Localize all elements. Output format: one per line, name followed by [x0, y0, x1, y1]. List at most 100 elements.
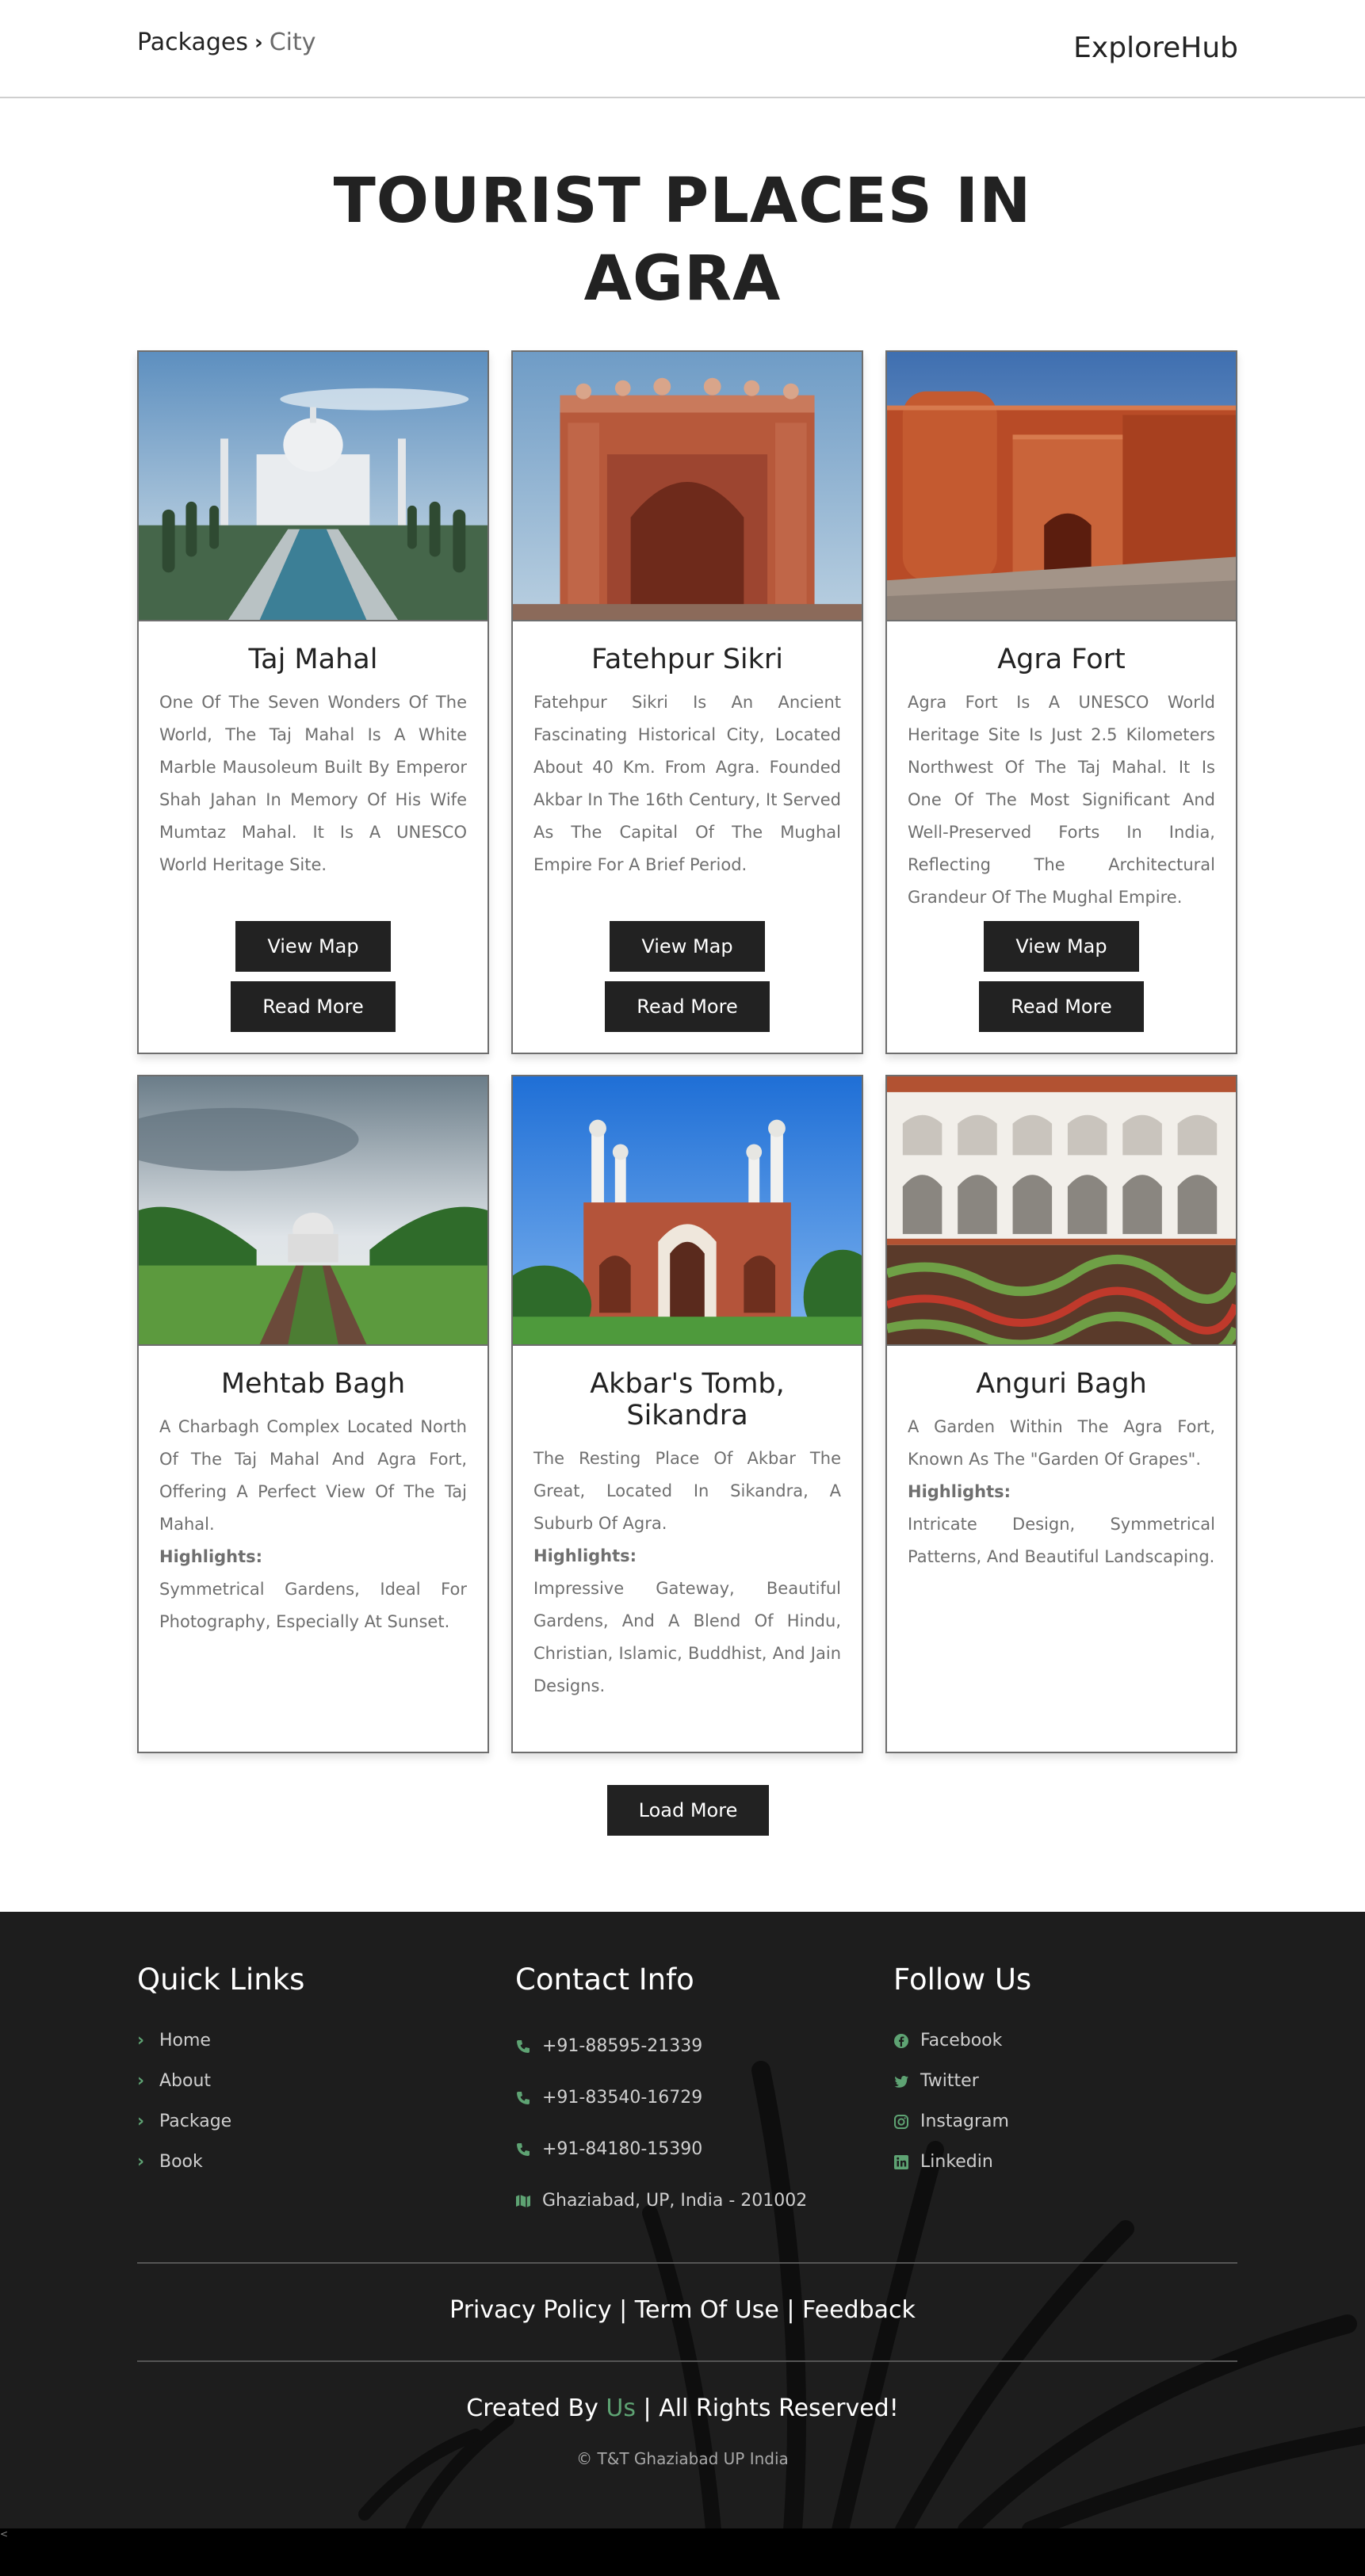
credit-us-link[interactable]: Us: [606, 2394, 636, 2422]
credits: Created By Us | All Rights Reserved!: [0, 2394, 1365, 2422]
chevron-right-icon: ›: [137, 2071, 145, 2091]
footer-link-label: Home: [159, 2031, 211, 2050]
twitter-icon: [894, 2075, 908, 2088]
footer-link-home[interactable]: › Home: [137, 2020, 304, 2061]
highlights-label: Highlights:: [908, 1482, 1011, 1501]
social-link-linkedin[interactable]: Linkedin: [893, 2142, 1031, 2182]
contact-phone[interactable]: +91-88595-21339: [515, 2020, 807, 2072]
link-separator: |: [786, 2296, 795, 2324]
breadcrumb-separator: ›: [254, 30, 263, 55]
chevron-right-icon: ›: [137, 2152, 145, 2172]
social-label: Instagram: [920, 2112, 1009, 2131]
top-navbar: Packages › City ExploreHub: [0, 0, 1365, 98]
place-name: Fatehpur Sikri: [591, 644, 784, 675]
facebook-icon: [894, 2033, 908, 2048]
place-image: [139, 1076, 488, 1346]
privacy-policy-link[interactable]: Privacy Policy: [449, 2296, 611, 2324]
social-label: Linkedin: [920, 2152, 993, 2172]
footer-link-book[interactable]: › Book: [137, 2142, 304, 2182]
contact-phone[interactable]: +91-83540-16729: [515, 2072, 807, 2123]
place-image: [139, 352, 488, 621]
footer-divider: [137, 2360, 1237, 2362]
breadcrumb: Packages › City: [137, 29, 316, 56]
footer-link-label: About: [159, 2071, 212, 2091]
footer-link-label: Package: [159, 2112, 232, 2131]
contact-address: Ghaziabad, UP, India - 201002: [515, 2175, 807, 2226]
place-card: Akbar's Tomb, Sikandra The Resting Place…: [511, 1075, 863, 1753]
address-text: Ghaziabad, UP, India - 201002: [542, 2191, 808, 2211]
place-description: One Of The Seven Wonders Of The World, T…: [159, 693, 467, 874]
instagram-icon: [894, 2114, 908, 2129]
view-map-button[interactable]: View Map: [235, 921, 391, 972]
page-title-line-2: AGRA: [583, 243, 782, 315]
place-card: Taj Mahal One Of The Seven Wonders Of Th…: [137, 350, 489, 1054]
footer-link-about[interactable]: › About: [137, 2061, 304, 2101]
copyright: © T&T Ghaziabad UP India: [576, 2449, 789, 2468]
highlights-label: Highlights:: [159, 1547, 263, 1566]
place-description: Fatehpur Sikri Is An Ancient Fascinating…: [533, 693, 841, 874]
follow-us-heading: Follow Us: [893, 1963, 1032, 1997]
read-more-button[interactable]: Read More: [979, 981, 1144, 1032]
page-title-line-1: TOURIST PLACES IN: [333, 166, 1032, 237]
quick-links-heading: Quick Links: [137, 1963, 305, 1997]
highlights-text: Symmetrical Gardens, Ideal For Photograp…: [159, 1580, 467, 1631]
place-description: Agra Fort Is A UNESCO World Heritage Sit…: [908, 693, 1215, 907]
link-separator: |: [619, 2296, 628, 2324]
place-description: A Charbagh Complex Located North Of The …: [159, 1417, 467, 1534]
place-description: The Resting Place Of Akbar The Great, Lo…: [533, 1449, 841, 1533]
place-card: Agra Fort Agra Fort Is A UNESCO World He…: [885, 350, 1237, 1054]
footer-link-package[interactable]: › Package: [137, 2101, 304, 2142]
quick-links-section: Quick Links › Home › About › Package › Book: [137, 1963, 304, 2182]
place-image: [887, 1076, 1236, 1346]
social-link-instagram[interactable]: Instagram: [893, 2101, 1031, 2142]
legal-links: Privacy Policy | Term Of Use | Feedback: [0, 2296, 1365, 2324]
linkedin-icon: [894, 2154, 908, 2169]
map-icon: [516, 2194, 530, 2207]
phone-icon: [517, 2142, 530, 2156]
highlights-label: Highlights:: [533, 1546, 637, 1565]
place-name: Mehtab Bagh: [220, 1368, 406, 1400]
corner-mark: <: [0, 2528, 9, 2540]
place-name: Agra Fort: [997, 644, 1126, 675]
breadcrumb-packages[interactable]: Packages: [137, 29, 248, 56]
phone-number: +91-83540-16729: [542, 2088, 703, 2108]
load-more-button[interactable]: Load More: [607, 1785, 769, 1836]
contact-info-heading: Contact Info: [515, 1963, 694, 1997]
place-image: [513, 1076, 862, 1346]
social-link-twitter[interactable]: Twitter: [893, 2061, 1031, 2101]
credit-prefix: Created By: [466, 2394, 598, 2422]
contact-info-section: Contact Info +91-88595-21339 +91-83540-1…: [515, 1963, 807, 2226]
phone-number: +91-84180-15390: [542, 2139, 703, 2159]
credit-suffix: | All Rights Reserved!: [643, 2394, 899, 2422]
place-name: Anguri Bagh: [976, 1368, 1147, 1400]
breadcrumb-current: City: [269, 29, 316, 56]
footer-divider: [137, 2262, 1237, 2264]
phone-icon: [517, 2039, 530, 2053]
terms-of-use-link[interactable]: Term Of Use: [635, 2296, 779, 2324]
social-link-facebook[interactable]: Facebook: [893, 2020, 1031, 2061]
place-name: Taj Mahal: [248, 644, 378, 675]
view-map-button[interactable]: View Map: [610, 921, 765, 972]
social-label: Facebook: [920, 2031, 1003, 2050]
chevron-right-icon: ›: [137, 2031, 145, 2050]
footer: Quick Links › Home › About › Package › Book …: [0, 1912, 1365, 2528]
page-title: TOURIST PLACES IN AGRA: [0, 162, 1365, 318]
read-more-button[interactable]: Read More: [231, 981, 396, 1032]
place-image: [887, 352, 1236, 621]
page: Packages › City ExploreHub TOURIST PLACE…: [0, 0, 1365, 2528]
place-name: Akbar's Tomb, Sikandra: [590, 1368, 785, 1431]
view-map-button[interactable]: View Map: [984, 921, 1139, 972]
phone-icon: [517, 2091, 530, 2104]
contact-phone[interactable]: +91-84180-15390: [515, 2123, 807, 2175]
place-description: A Garden Within The Agra Fort, Known As …: [908, 1417, 1215, 1469]
brand-logo[interactable]: ExploreHub: [1073, 32, 1238, 64]
highlights-text: Impressive Gateway, Beautiful Gardens, A…: [533, 1579, 841, 1695]
chevron-right-icon: ›: [137, 2112, 145, 2131]
read-more-button[interactable]: Read More: [605, 981, 770, 1032]
highlights-text: Intricate Design, Symmetrical Patterns, …: [908, 1515, 1215, 1566]
footer-link-label: Book: [159, 2152, 203, 2172]
feedback-link[interactable]: Feedback: [802, 2296, 916, 2324]
place-image: [513, 352, 862, 621]
place-card: Mehtab Bagh A Charbagh Complex Located N…: [137, 1075, 489, 1753]
place-card: Fatehpur Sikri Fatehpur Sikri Is An Anci…: [511, 350, 863, 1054]
